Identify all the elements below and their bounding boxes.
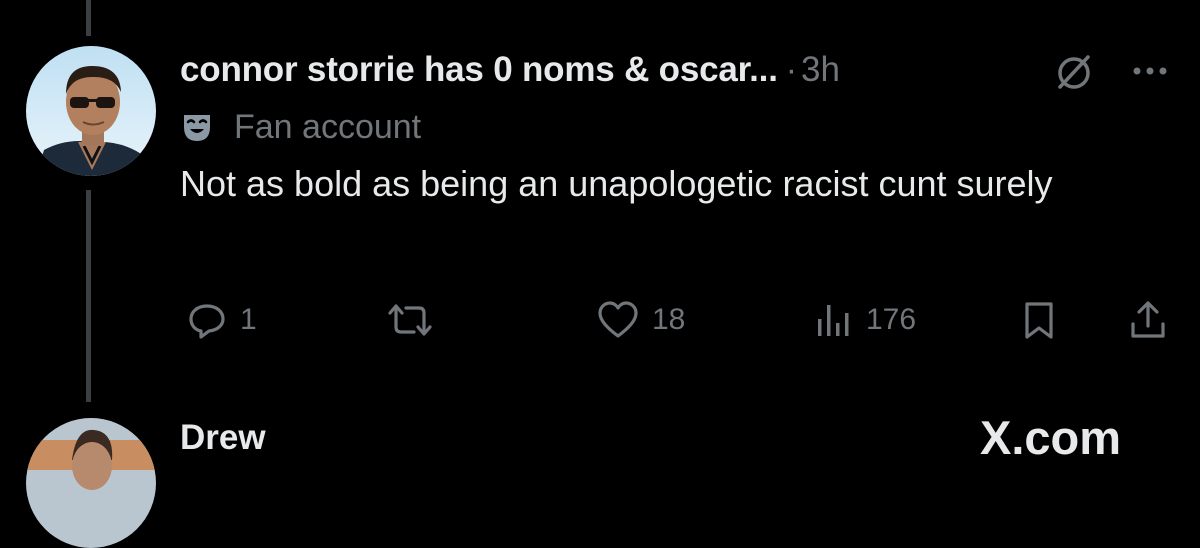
separator-dot: · — [785, 50, 798, 89]
like-count: 18 — [652, 303, 686, 336]
watermark: X.com — [980, 411, 1122, 464]
repost-button[interactable] — [384, 296, 436, 344]
views-button[interactable]: 176 — [812, 296, 916, 344]
next-avatar[interactable] — [26, 418, 156, 548]
avatar[interactable] — [26, 46, 156, 176]
views-icon — [818, 305, 849, 336]
grok-icon[interactable] — [1054, 52, 1094, 92]
repost-icon — [388, 304, 432, 336]
badge-label: Fan account — [234, 107, 422, 146]
account-label[interactable]: Fan account — [180, 104, 421, 150]
share-icon — [1131, 301, 1165, 338]
more-icon[interactable] — [1128, 56, 1172, 86]
heart-icon — [598, 301, 638, 338]
view-count: 176 — [866, 303, 917, 336]
tweet-actions: 1 18 176 — [0, 296, 1200, 344]
display-name[interactable]: connor storrie has 0 noms & oscar... — [180, 50, 778, 90]
reply-button[interactable]: 1 — [186, 296, 257, 344]
like-button[interactable]: 18 — [596, 296, 685, 344]
reply-count: 1 — [240, 303, 257, 336]
tweet-header: connor storrie has 0 noms & oscar... · 3… — [180, 44, 840, 96]
bookmark-button[interactable] — [1018, 296, 1060, 344]
reply-icon — [189, 304, 225, 339]
next-avatar-image — [26, 418, 156, 548]
timestamp[interactable]: 3h — [801, 50, 840, 90]
bookmark-icon — [1025, 302, 1053, 339]
share-button[interactable] — [1126, 296, 1170, 344]
avatar-image — [26, 46, 156, 176]
tweet-text: Not as bold as being an unapologetic rac… — [180, 163, 1053, 204]
theater-mask-icon — [184, 115, 210, 141]
next-display-name[interactable]: Drew — [180, 418, 266, 458]
thread-line-top — [86, 0, 91, 36]
